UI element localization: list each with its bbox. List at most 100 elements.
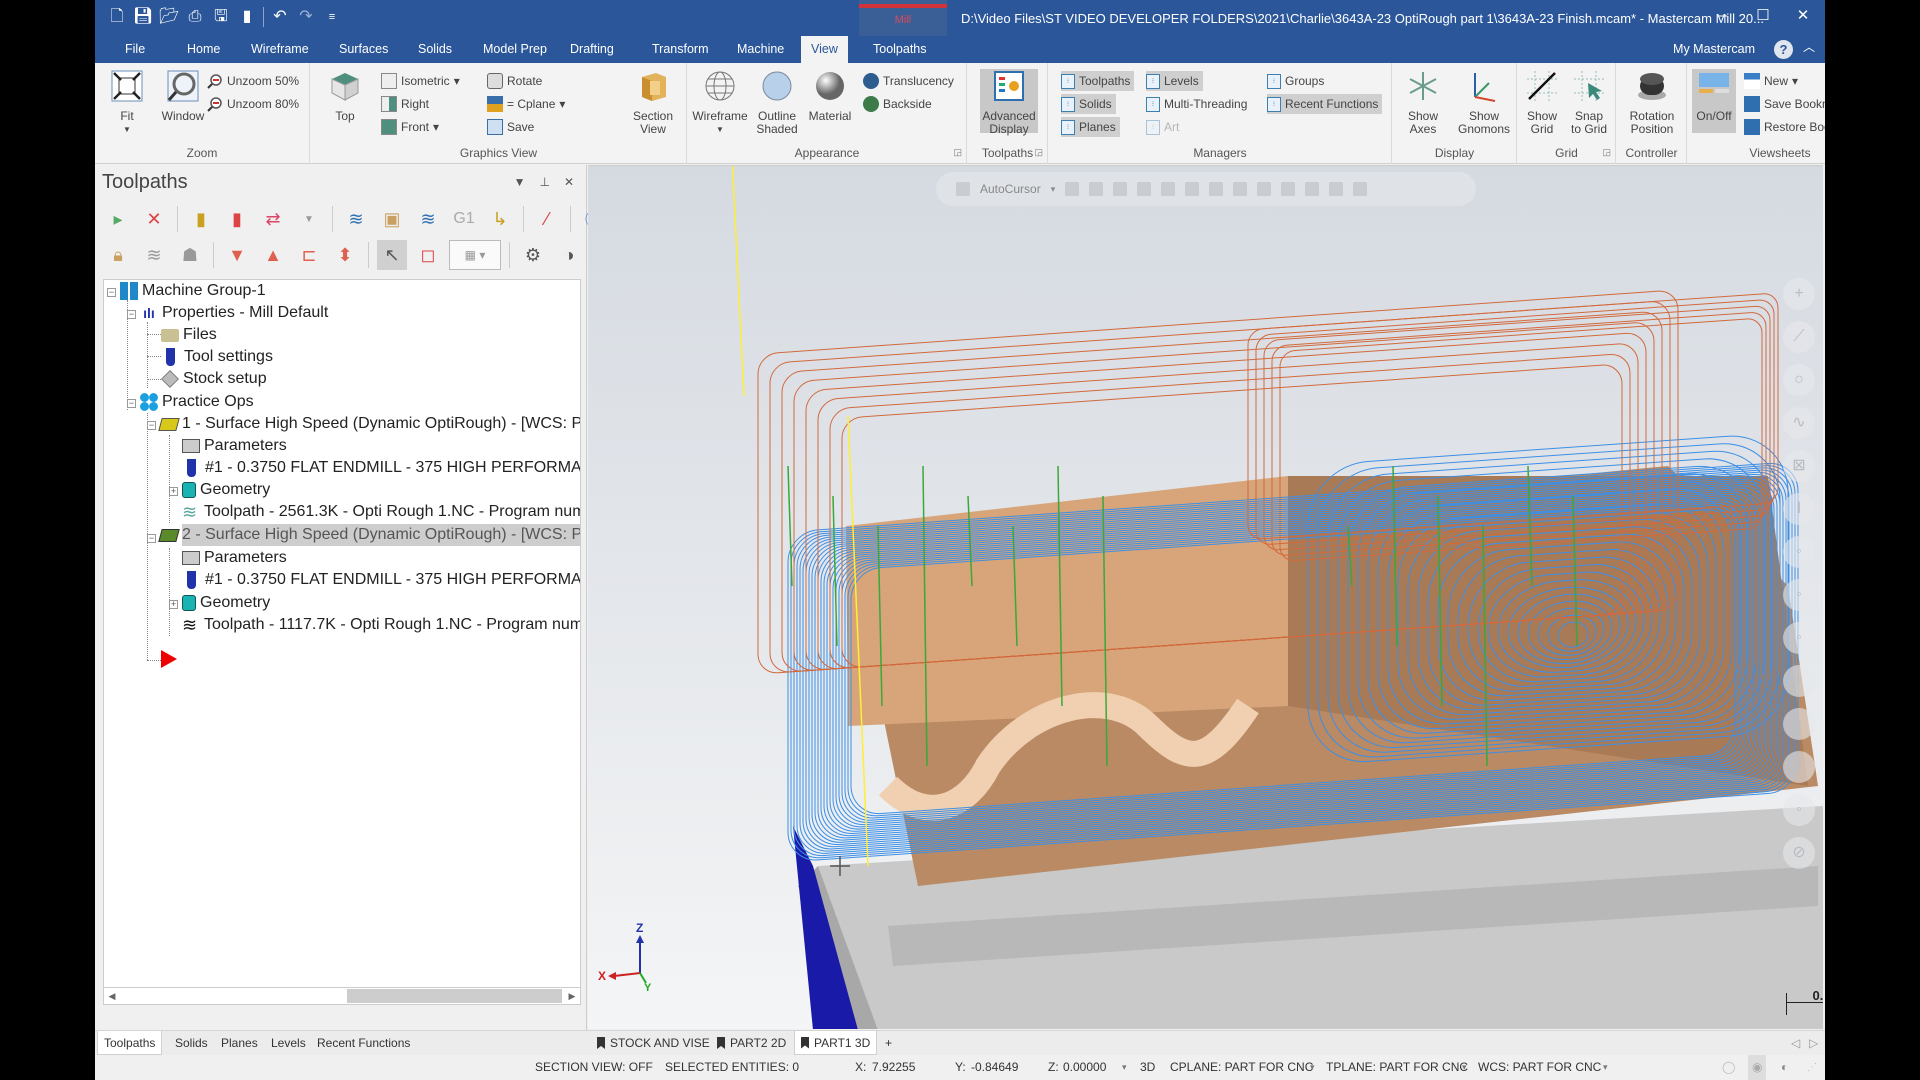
dropdown-arrow-icon[interactable]: ▾ [1603, 1055, 1608, 1080]
help-icon[interactable]: ? [1774, 40, 1793, 59]
wcs-status[interactable]: WCS: PART FOR CNC [1478, 1055, 1601, 1080]
fit-button[interactable]: Fit ▼ [99, 69, 155, 136]
new-file-icon[interactable]: 🗋 [107, 7, 127, 27]
bottom-tab-toolpaths[interactable]: Toolpaths [97, 1031, 163, 1055]
window-zoom-button[interactable]: Window [151, 69, 215, 123]
tab-wireframe[interactable]: Wireframe [241, 36, 319, 63]
dialog-launcher-icon[interactable]: ◲ [1034, 147, 1043, 158]
viewsheet-tab-part2-2d[interactable]: PART2 2D [711, 1031, 792, 1055]
select-all-operations-icon[interactable]: ▸ [103, 204, 133, 234]
tree-node-properties[interactable]: ılı Properties - Mill Default [140, 302, 328, 324]
dialog-launcher-icon[interactable]: ◲ [953, 147, 962, 158]
pin-icon[interactable]: ⊥ [539, 175, 549, 189]
top-view-button[interactable]: Top [317, 69, 373, 123]
collapse-toggle[interactable]: − [107, 288, 116, 297]
tree-node-parameters[interactable]: Parameters [182, 547, 287, 569]
shaded-display-icon[interactable]: ◉ [1748, 1055, 1767, 1080]
translate-icon[interactable]: ◦ [1783, 708, 1815, 740]
backside-button[interactable]: Backside [863, 94, 936, 114]
backplot-icon[interactable]: ≋ [341, 204, 371, 234]
show-gnomons-button[interactable]: Show Gnomons [1453, 69, 1515, 136]
collapse-toggle[interactable]: − [147, 534, 156, 543]
section-view-button[interactable]: Section View [625, 69, 681, 136]
tree-node-files[interactable]: Files [161, 324, 217, 346]
tree-node-toolpath[interactable]: ≋ Toolpath - 2561.3K - Opti Rough 1.NC -… [182, 501, 580, 523]
verify-icon[interactable]: ▣ [377, 204, 407, 234]
tree-node-operation-2[interactable]: 2 - Surface High Speed (Dynamic OptiRoug… [158, 524, 580, 546]
isometric-button[interactable]: Isometric ▾ [381, 71, 464, 91]
quadrant-icon[interactable] [1185, 182, 1200, 196]
tree-node-tool[interactable]: #1 - 0.3750 FLAT ENDMILL - 375 HIGH PERF… [182, 569, 580, 591]
save-as-icon[interactable]: 🖫 [211, 7, 231, 27]
unzoom-80-button[interactable]: Unzoom 80% [207, 94, 303, 114]
spline-icon[interactable]: ∿ [1783, 407, 1815, 439]
collapse-ribbon-icon[interactable]: ︿ [1803, 38, 1815, 55]
insert-arrow-icon[interactable] [161, 650, 177, 668]
material-button[interactable]: Material [802, 69, 858, 123]
maximize-button[interactable]: ☐ [1743, 4, 1783, 28]
toolpaths-manager-button[interactable]: ⁝ Toolpaths [1061, 71, 1135, 91]
dropdown-arrow-icon[interactable]: ▼ [294, 204, 324, 234]
bottom-tab-levels[interactable]: Levels [265, 1031, 312, 1055]
midpoint-icon[interactable] [1137, 182, 1152, 196]
add-viewsheet-button[interactable]: + [879, 1031, 898, 1055]
restore-bookmark-button[interactable]: Restore Bookmark [1744, 117, 1825, 137]
collapse-toggle[interactable]: − [127, 310, 136, 319]
edit-wcs-icon[interactable]: ◑ [554, 240, 584, 270]
bottom-tab-recent-functions[interactable]: Recent Functions [311, 1031, 416, 1055]
show-axes-button[interactable]: Show Axes [1395, 69, 1451, 136]
rotate-button[interactable]: Rotate [487, 71, 546, 91]
move-down-icon[interactable]: ▼ [222, 240, 252, 270]
bottom-tab-solids[interactable]: Solids [169, 1031, 214, 1055]
select-mode-icon[interactable] [1257, 182, 1272, 196]
lock-icon[interactable]: 🔒︎ [103, 240, 133, 270]
add-point-icon[interactable]: + [1783, 278, 1815, 310]
scroll-right-icon[interactable]: ▶ [564, 988, 580, 1004]
save-bookmark-button[interactable]: Save Bookmark [1744, 94, 1825, 114]
save-icon[interactable]: 💾︎ [133, 7, 153, 27]
chamfer-icon[interactable]: ◦ [1783, 622, 1815, 654]
trim-icon[interactable]: ◦ [1783, 536, 1815, 568]
origin-icon[interactable] [1089, 182, 1104, 196]
tab-model-prep[interactable]: Model Prep [473, 36, 557, 63]
translucency-display-icon[interactable]: ◐ [1781, 1055, 1788, 1080]
scroll-track[interactable] [347, 989, 562, 1003]
ghost-icon[interactable]: ☗ [175, 240, 205, 270]
mirror-icon[interactable]: ◦ [1783, 794, 1815, 826]
mode-3d-toggle[interactable]: 3D [1140, 1055, 1155, 1080]
post-selected-icon[interactable]: ↳ [485, 204, 515, 234]
recent-functions-manager-button[interactable]: ⁝ Recent Functions [1267, 94, 1383, 114]
tree-node-stock-setup[interactable]: Stock setup [161, 368, 267, 390]
tree-node-operation-1[interactable]: 1 - Surface High Speed (Dynamic OptiRoug… [158, 413, 580, 435]
z-coord-value[interactable]: 0.00000 [1063, 1055, 1106, 1080]
tree-node-tool[interactable]: #1 - 0.3750 FLAT ENDMILL - 375 HIGH PERF… [182, 457, 580, 479]
dropdown-arrow-icon[interactable]: ▾ [1462, 1055, 1467, 1080]
scroll-thumb[interactable] [122, 989, 347, 1003]
tree-node-geometry[interactable]: Geometry [182, 479, 270, 501]
graphics-viewport[interactable]: AutoCursor ▾ + ⟋ ○ ∿ ⊠ Ⅰ ◦ ◦ ◦ ◦ ◦ ◦ ◦ ⊘… [588, 165, 1823, 1029]
rotate-icon[interactable]: ◦ [1783, 751, 1815, 783]
section-view-status[interactable]: SECTION VIEW: OFF [535, 1055, 653, 1080]
regenerate-dirty-icon[interactable]: ▮ [222, 204, 252, 234]
tree-horizontal-scrollbar[interactable]: ◀ ▶ [103, 987, 581, 1005]
expand-toggle[interactable]: + [169, 600, 178, 609]
right-view-button[interactable]: Right [381, 94, 433, 114]
only-display-selected-icon[interactable]: ↖ [377, 240, 407, 270]
undo-icon[interactable]: ↶ [270, 7, 290, 27]
viewsheet-tab-stock-and-vise[interactable]: STOCK AND VISE [591, 1031, 716, 1055]
unselect-icon[interactable] [1353, 182, 1368, 196]
front-view-button[interactable]: Front ▾ [381, 117, 443, 137]
collapse-toggle[interactable]: − [127, 399, 136, 408]
machine-simulation-icon[interactable]: ⚙ [518, 240, 548, 270]
intersection-icon[interactable] [1209, 182, 1224, 196]
deselect-all-icon[interactable]: ✕ [139, 204, 169, 234]
customize-icon[interactable]: ≡ [322, 7, 342, 27]
groups-manager-button[interactable]: ⁝ Groups [1267, 71, 1328, 91]
snap-to-grid-button[interactable]: Snap to Grid [1564, 69, 1614, 136]
verify-select-icon[interactable] [1305, 182, 1320, 196]
my-mastercam-link[interactable]: My Mastercam [1673, 36, 1755, 63]
window-select-icon[interactable] [1281, 182, 1296, 196]
close-button[interactable]: ✕ [1783, 4, 1823, 28]
tree-node-practice-ops[interactable]: Practice Ops [140, 391, 254, 413]
tree-node-toolpath[interactable]: ≋ Toolpath - 1117.7K - Opti Rough 1.NC -… [182, 614, 580, 636]
